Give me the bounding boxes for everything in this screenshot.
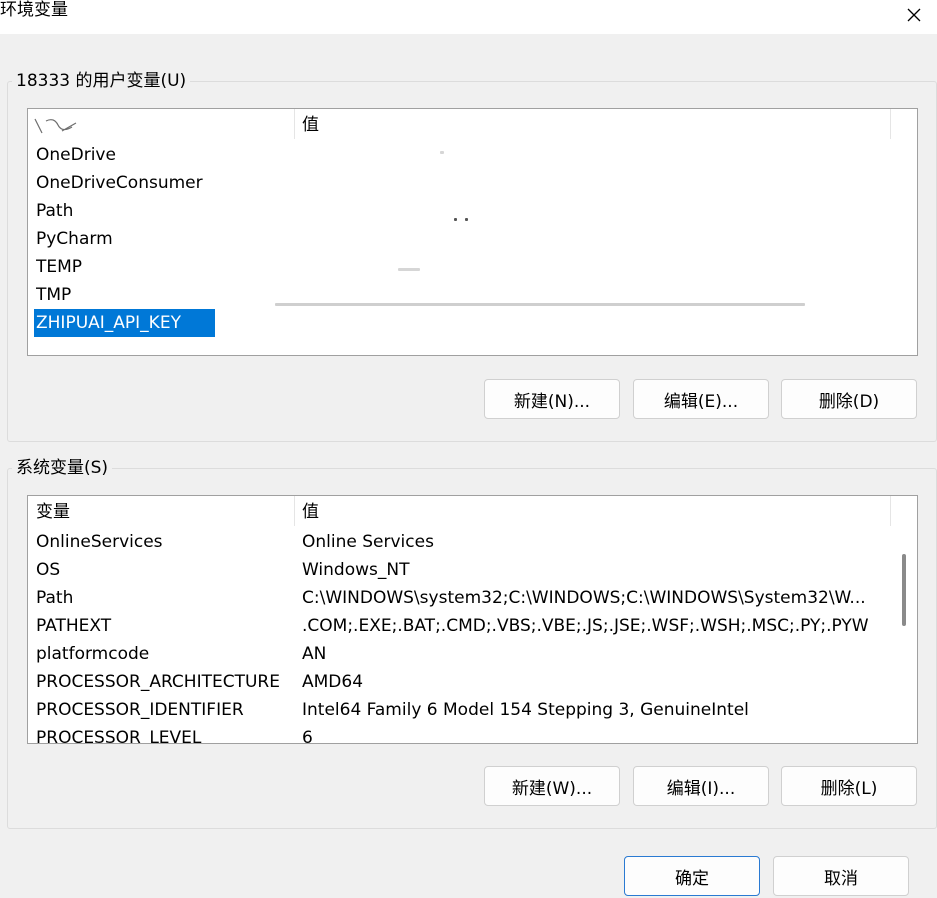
variable-value xyxy=(302,253,882,281)
table-row[interactable]: PATHEXT .COM;.EXE;.BAT;.CMD;.VBS;.VBE;.JS… xyxy=(28,612,917,640)
variable-value xyxy=(302,309,882,337)
table-row[interactable]: Path C:\WINDOWS\system32;C:\WINDOWS;C:\WI… xyxy=(28,584,917,612)
variable-name: PyCharm xyxy=(36,229,113,249)
table-row[interactable]: TEMP xyxy=(28,253,917,281)
variable-name: PROCESSOR_IDENTIFIER xyxy=(36,700,244,720)
variable-value: 6 xyxy=(302,728,313,744)
user-vars-header: 变量 值 xyxy=(28,109,917,139)
table-row[interactable]: OnlineServices Online Services xyxy=(28,528,917,556)
redaction-mark xyxy=(34,118,77,134)
variable-name: Path xyxy=(36,201,74,221)
variable-name: TEMP xyxy=(36,257,83,277)
variable-value xyxy=(302,141,882,169)
redacted-value-mark xyxy=(454,218,457,221)
header-separator[interactable] xyxy=(890,496,891,526)
system-delete-button[interactable]: 删除(L) xyxy=(781,766,917,806)
table-row[interactable]: Path xyxy=(28,197,917,225)
user-vars-group-label: 18333 的用户变量(U) xyxy=(12,70,191,92)
table-row[interactable]: OS Windows_NT xyxy=(28,556,917,584)
variable-name: PATHEXT xyxy=(36,616,112,636)
variable-name: OneDriveConsumer xyxy=(36,173,203,193)
system-col-name-header[interactable]: 变量 xyxy=(28,496,294,526)
system-vars-group-label: 系统变量(S) xyxy=(12,457,113,479)
variable-name: OS xyxy=(36,560,61,580)
system-edit-button[interactable]: 编辑(I)... xyxy=(633,766,769,806)
table-row[interactable]: platformcode AN xyxy=(28,640,917,668)
table-row[interactable]: PyCharm xyxy=(28,225,917,253)
variable-value xyxy=(302,169,882,197)
variable-name: TMP xyxy=(36,285,72,305)
table-row[interactable]: OneDriveConsumer xyxy=(28,169,917,197)
redacted-value-mark xyxy=(398,268,420,271)
user-new-button[interactable]: 新建(N)... xyxy=(484,379,620,419)
variable-name: PROCESSOR_LEVEL xyxy=(36,728,202,744)
close-button[interactable] xyxy=(891,0,937,30)
table-row[interactable]: PROCESSOR_ARCHITECTURE AMD64 xyxy=(28,668,917,696)
table-row[interactable]: PROCESSOR_IDENTIFIER Intel64 Family 6 Mod… xyxy=(28,696,917,724)
close-icon xyxy=(907,8,921,22)
variable-value: Online Services xyxy=(302,532,434,552)
window-title: 环境变量 xyxy=(0,0,68,20)
user-delete-button[interactable]: 删除(D) xyxy=(781,379,917,419)
user-col-value-header[interactable]: 值 xyxy=(294,109,890,139)
system-col-value-header[interactable]: 值 xyxy=(294,496,890,526)
variable-name: PROCESSOR_ARCHITECTURE xyxy=(36,672,280,692)
variable-name: ZHIPUAI_API_KEY xyxy=(34,309,215,337)
system-new-button[interactable]: 新建(W)... xyxy=(484,766,620,806)
redacted-value-mark xyxy=(465,218,468,221)
title-bar: 环境变量 xyxy=(0,0,937,34)
system-vars-scrollbar-thumb[interactable] xyxy=(902,554,906,626)
variable-name: OneDrive xyxy=(36,145,116,165)
user-vars-list[interactable]: 变量 值 OneDrive OneDriveConsumer Path PyCharm… xyxy=(27,108,918,356)
system-vars-list[interactable]: 变量 值 OnlineServices Online Services OS Wind… xyxy=(27,495,918,744)
table-row[interactable]: ZHIPUAI_API_KEY xyxy=(28,309,917,337)
redacted-value-mark xyxy=(275,303,805,306)
table-row[interactable]: OneDrive xyxy=(28,141,917,169)
cancel-button[interactable]: 取消 xyxy=(773,856,909,896)
variable-value xyxy=(302,197,882,225)
system-vars-header: 变量 值 xyxy=(28,496,917,526)
variable-name: platformcode xyxy=(36,644,150,664)
variable-value: Windows_NT xyxy=(302,560,410,580)
variable-value: C:\WINDOWS\system32;C:\WINDOWS;C:\WINDOW… xyxy=(302,588,866,608)
variable-name: Path xyxy=(36,588,74,608)
variable-value: Intel64 Family 6 Model 154 Stepping 3, G… xyxy=(302,700,749,720)
table-row[interactable]: PROCESSOR_LEVEL 6 xyxy=(28,724,917,744)
user-edit-button[interactable]: 编辑(E)... xyxy=(633,379,769,419)
variable-name: OnlineServices xyxy=(36,532,163,552)
redacted-value-mark xyxy=(440,151,444,154)
header-separator[interactable] xyxy=(890,109,891,139)
variable-value: .COM;.EXE;.BAT;.CMD;.VBS;.VBE;.JS;.JSE;.… xyxy=(302,616,869,636)
ok-button[interactable]: 确定 xyxy=(624,856,760,896)
variable-value: AMD64 xyxy=(302,672,364,692)
variable-value xyxy=(302,225,882,253)
variable-value: AN xyxy=(302,644,327,664)
